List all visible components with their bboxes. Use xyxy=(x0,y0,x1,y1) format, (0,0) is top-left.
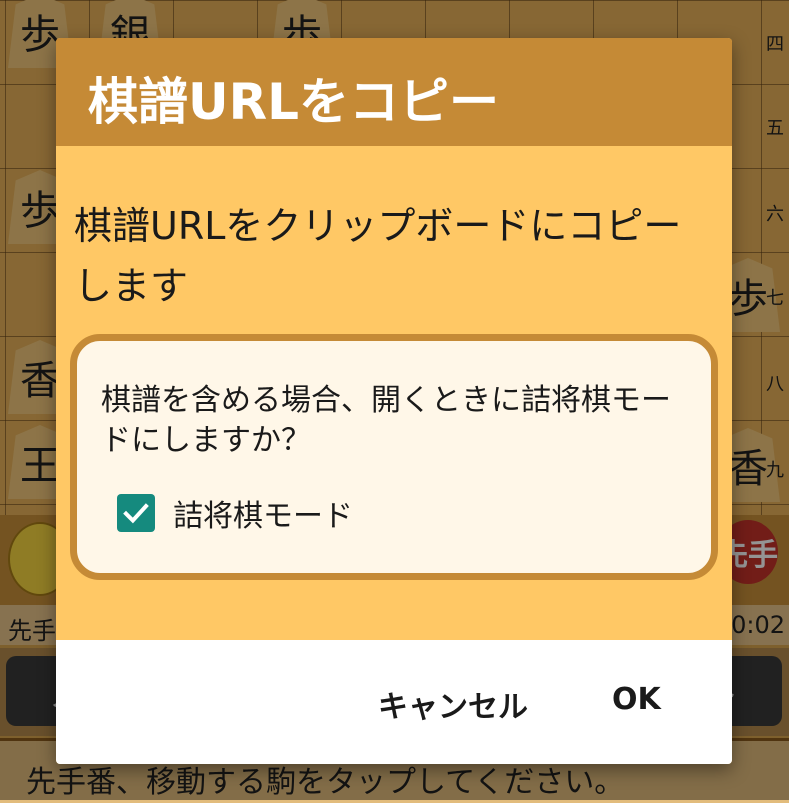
checkbox-label: 詰将棋モード xyxy=(173,499,353,534)
dialog-title: 棋譜URLをコピー xyxy=(88,73,499,131)
copy-url-dialog: 棋譜URLをコピー 棋譜URLをクリップボードにコピーします 棋譜を含める場合、… xyxy=(56,38,732,764)
dialog-footer: キャンセル OK xyxy=(56,640,732,764)
option-description: 棋譜を含める場合、開くときに詰将棋モードにしますか？ xyxy=(101,383,671,458)
option-card: 棋譜を含める場合、開くときに詰将棋モードにしますか？ 詰将棋モード xyxy=(70,334,718,580)
tsume-mode-checkbox[interactable] xyxy=(117,494,155,532)
cancel-button[interactable]: キャンセル xyxy=(378,682,528,726)
dialog-header: 棋譜URLをコピー xyxy=(56,38,732,146)
dialog-message: 棋譜URLをクリップボードにコピーします xyxy=(74,204,682,308)
ok-button[interactable]: OK xyxy=(612,682,661,717)
tsume-mode-checkbox-row[interactable]: 詰将棋モード xyxy=(117,491,353,535)
checkmark-icon xyxy=(123,503,149,524)
